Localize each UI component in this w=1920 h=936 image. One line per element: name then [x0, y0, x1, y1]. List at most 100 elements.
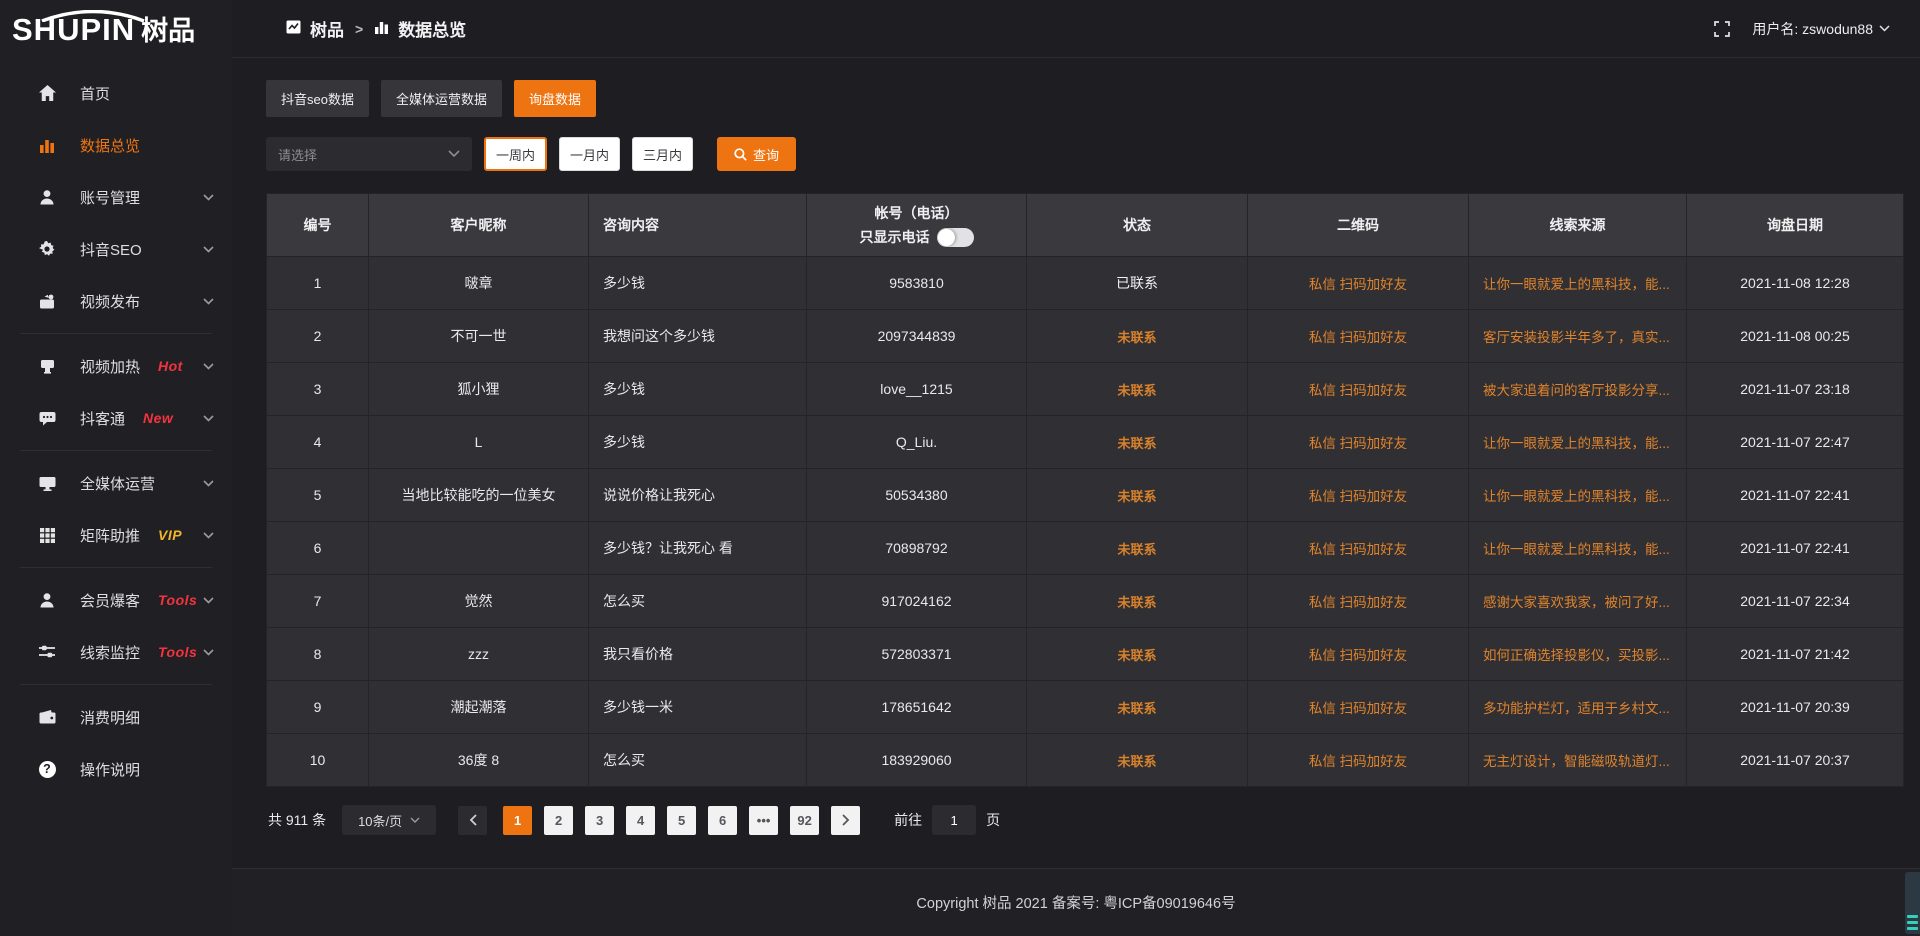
source-link[interactable]: 让你一眼就爱上的黑科技，能... [1469, 522, 1687, 574]
source-link[interactable]: 让你一眼就爱上的黑科技，能... [1469, 469, 1687, 521]
top-bar: 树品 > 数据总览 用户名: zswodun88 [232, 0, 1920, 58]
source-link[interactable]: 让你一眼就爱上的黑科技，能... [1469, 416, 1687, 468]
user-menu[interactable]: 用户名: zswodun88 [1752, 19, 1890, 39]
page-size-select[interactable]: 10条/页 [342, 805, 436, 835]
floating-widget[interactable] [1905, 872, 1920, 934]
page-button-2[interactable]: 2 [544, 806, 573, 835]
sidebar-item-home[interactable]: 首页 [0, 67, 232, 119]
main-area: 树品 > 数据总览 用户名: zswodun88 抖音seo数据 全媒体运营数据… [232, 0, 1920, 936]
cell-date: 2021-11-07 22:47 [1687, 416, 1903, 468]
hot-badge: Hot [158, 358, 183, 374]
qrcode-link[interactable]: 私信 扫码加好友 [1248, 681, 1469, 733]
sidebar-item-label: 首页 [80, 83, 110, 104]
search-button[interactable]: 查询 [717, 137, 796, 171]
range-week-button[interactable]: 一周内 [484, 137, 547, 171]
chevron-down-icon [203, 532, 214, 539]
status-badge: 未联系 [1027, 628, 1248, 680]
tab-omnimedia-data[interactable]: 全媒体运营数据 [381, 80, 502, 117]
sidebar-item-label: 消费明细 [80, 707, 140, 728]
table-row: 4 L 多少钱 Q_Liu. 未联系 私信 扫码加好友 让你一眼就爱上的黑科技，… [267, 416, 1903, 469]
table-row: 10 36度 8 怎么买 183929060 未联系 私信 扫码加好友 无主灯设… [267, 734, 1903, 787]
sidebar-item-account-management[interactable]: 账号管理 [0, 171, 232, 223]
cell-content: 说说价格让我死心 [589, 469, 807, 521]
fullscreen-icon[interactable] [1714, 21, 1730, 37]
cell-date: 2021-11-08 12:28 [1687, 257, 1903, 309]
sidebar-item-omnimedia[interactable]: 全媒体运营 [0, 457, 232, 509]
prev-page-button[interactable] [458, 806, 487, 835]
cell-account: love__1215 [807, 363, 1027, 415]
qrcode-link[interactable]: 私信 扫码加好友 [1248, 469, 1469, 521]
qrcode-link[interactable]: 私信 扫码加好友 [1248, 310, 1469, 362]
qrcode-link[interactable]: 私信 扫码加好友 [1248, 416, 1469, 468]
menu-divider [20, 684, 212, 685]
qrcode-link[interactable]: 私信 扫码加好友 [1248, 628, 1469, 680]
chevron-down-icon [448, 150, 460, 158]
tab-inquiry-data[interactable]: 询盘数据 [514, 80, 596, 117]
qrcode-link[interactable]: 私信 扫码加好友 [1248, 257, 1469, 309]
col-content: 咨询内容 [589, 194, 807, 256]
qrcode-link[interactable]: 私信 扫码加好友 [1248, 522, 1469, 574]
sidebar-item-doukingtong[interactable]: 抖客通 New [0, 392, 232, 444]
page-button-4[interactable]: 4 [626, 806, 655, 835]
cell-content: 多少钱一米 [589, 681, 807, 733]
page-button-3[interactable]: 3 [585, 806, 614, 835]
cell-id: 4 [267, 416, 369, 468]
sidebar-item-clue-monitor[interactable]: 线索监控 Tools [0, 626, 232, 678]
chevron-down-icon [203, 246, 214, 253]
page-button-6[interactable]: 6 [708, 806, 737, 835]
chevron-down-icon [203, 363, 214, 370]
sidebar: SHUPIN 树品 首页 数据总览 账号管理 抖音SEO [0, 0, 232, 936]
new-badge: New [143, 410, 173, 426]
sidebar-item-member-baoke[interactable]: 会员爆客 Tools [0, 574, 232, 626]
sidebar-item-data-overview[interactable]: 数据总览 [0, 119, 232, 171]
chat-bubble-icon [38, 410, 56, 426]
goto-page-input[interactable] [932, 805, 976, 835]
cell-id: 9 [267, 681, 369, 733]
col-qrcode: 二维码 [1248, 194, 1469, 256]
cell-id: 6 [267, 522, 369, 574]
cell-account: 178651642 [807, 681, 1027, 733]
status-badge: 未联系 [1027, 522, 1248, 574]
range-quarter-button[interactable]: 三月内 [632, 137, 693, 171]
sidebar-item-douyin-seo[interactable]: 抖音SEO [0, 223, 232, 275]
next-page-button[interactable] [831, 806, 860, 835]
page-button-5[interactable]: 5 [667, 806, 696, 835]
tab-douyin-seo-data[interactable]: 抖音seo数据 [266, 80, 369, 117]
sidebar-item-video-heat[interactable]: 视频加热 Hot [0, 340, 232, 392]
sidebar-item-consumption-details[interactable]: 消费明细 [0, 691, 232, 743]
page-button-1[interactable]: 1 [503, 806, 532, 835]
page-ellipsis-button[interactable]: ••• [749, 806, 778, 835]
source-link[interactable]: 让你一眼就爱上的黑科技，能... [1469, 257, 1687, 309]
copyright-text: Copyright 树品 2021 备案号: 粤ICP备09019646号 [916, 892, 1235, 913]
cell-account: 2097344839 [807, 310, 1027, 362]
source-link[interactable]: 无主灯设计，智能磁吸轨道灯... [1469, 734, 1687, 786]
qrcode-link[interactable]: 私信 扫码加好友 [1248, 575, 1469, 627]
cell-nickname: 不可一世 [369, 310, 589, 362]
page-title: 数据总览 [398, 16, 466, 41]
cell-date: 2021-11-07 23:18 [1687, 363, 1903, 415]
source-link[interactable]: 客厅安装投影半年多了，真实... [1469, 310, 1687, 362]
video-heat-icon [38, 358, 56, 374]
range-month-button[interactable]: 一月内 [559, 137, 620, 171]
page-button-92[interactable]: 92 [790, 806, 819, 835]
table-header-row: 编号 客户昵称 咨询内容 帐号（电话） 只显示电话 状态 二维码 线索来源 询盘… [267, 194, 1903, 257]
sidebar-item-video-publish[interactable]: 视频发布 [0, 275, 232, 327]
page-size-value: 10条/页 [358, 811, 402, 830]
qrcode-link[interactable]: 私信 扫码加好友 [1248, 363, 1469, 415]
source-link[interactable]: 多功能护栏灯，适用于乡村文... [1469, 681, 1687, 733]
menu-divider [20, 333, 212, 334]
sidebar-item-matrix-boost[interactable]: 矩阵助推 VIP [0, 509, 232, 561]
gear-icon [38, 241, 56, 257]
source-link[interactable]: 被大家追着问的客厅投影分享... [1469, 363, 1687, 415]
source-link[interactable]: 如何正确选择投影仪，买投影... [1469, 628, 1687, 680]
sidebar-item-instructions[interactable]: 操作说明 [0, 743, 232, 795]
phone-only-toggle[interactable] [937, 228, 974, 247]
cell-id: 1 [267, 257, 369, 309]
breadcrumb-app[interactable]: 树品 [310, 16, 344, 41]
home-icon [38, 85, 56, 101]
source-link[interactable]: 感谢大家喜欢我家，被问了好... [1469, 575, 1687, 627]
qrcode-link[interactable]: 私信 扫码加好友 [1248, 734, 1469, 786]
cell-account: 917024162 [807, 575, 1027, 627]
menu-divider [20, 450, 212, 451]
filter-select[interactable]: 请选择 [266, 137, 472, 171]
